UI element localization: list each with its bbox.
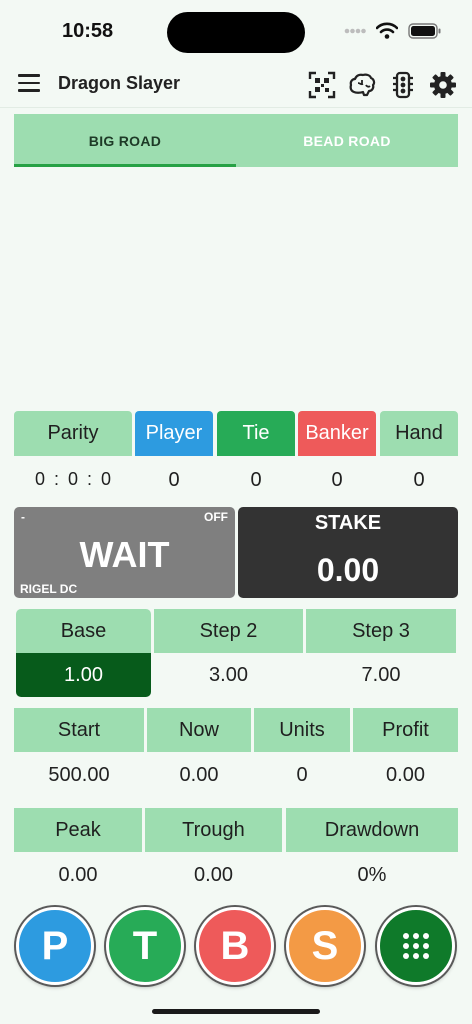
home-indicator[interactable] bbox=[152, 1009, 320, 1014]
stake-value: 0.00 bbox=[316, 552, 380, 588]
stake-panel: STAKE 0.00 bbox=[238, 507, 458, 598]
qr-scan-icon[interactable] bbox=[308, 71, 336, 99]
skip-button[interactable]: S bbox=[286, 907, 364, 985]
units-label: Units bbox=[254, 708, 350, 752]
menu-icon[interactable] bbox=[18, 74, 40, 94]
app-title: Dragon Slayer bbox=[58, 73, 181, 93]
step3-label: Step 3 bbox=[306, 609, 456, 653]
player-button[interactable]: P bbox=[16, 907, 94, 985]
gear-icon[interactable] bbox=[429, 71, 457, 99]
banker-button[interactable]: B bbox=[196, 907, 274, 985]
step3-value: 7.00 bbox=[361, 663, 401, 686]
peak-value: 0.00 bbox=[58, 863, 98, 886]
status-time: 10:58 bbox=[62, 20, 114, 42]
stake-label: STAKE bbox=[314, 512, 382, 534]
profit-label: Profit bbox=[353, 708, 458, 752]
traffic-light-icon[interactable] bbox=[389, 71, 417, 99]
signal-dash: - bbox=[21, 510, 25, 524]
start-label: Start bbox=[14, 708, 144, 752]
banker-label: Banker bbox=[298, 411, 376, 456]
tie-button[interactable]: T bbox=[106, 907, 184, 985]
drawdown-label: Drawdown bbox=[286, 808, 458, 852]
keypad-button[interactable] bbox=[377, 907, 455, 985]
road-tabs: BIG ROAD BEAD ROAD bbox=[14, 114, 458, 167]
step2-value: 3.00 bbox=[209, 663, 248, 686]
parity-value: 0 : 0 : 0 bbox=[34, 469, 112, 489]
now-value: 0.00 bbox=[179, 763, 219, 786]
status-bar: 10:58 bbox=[0, 0, 472, 62]
hand-count: 0 bbox=[413, 469, 425, 491]
app-header: Dragon Slayer bbox=[0, 62, 472, 108]
units-value: 0 bbox=[296, 763, 308, 786]
system-name: RIGEL DC bbox=[20, 582, 78, 596]
trough-value: 0.00 bbox=[194, 863, 233, 886]
wifi-icon bbox=[376, 22, 398, 39]
road-display bbox=[14, 167, 458, 407]
hand-label: Hand bbox=[380, 411, 458, 456]
now-label: Now bbox=[147, 708, 251, 752]
brain-icon[interactable] bbox=[348, 71, 376, 99]
base-value[interactable]: 1.00 bbox=[16, 653, 151, 697]
battery-icon bbox=[408, 22, 441, 39]
drawdown-value: 0% bbox=[357, 863, 387, 886]
tie-label: Tie bbox=[217, 411, 295, 456]
keypad-icon bbox=[403, 933, 429, 959]
status-icons bbox=[344, 22, 442, 39]
peak-label: Peak bbox=[14, 808, 142, 852]
signal-panel[interactable]: - OFF WAIT RIGEL DC bbox=[14, 507, 235, 598]
signal-toggle[interactable]: OFF bbox=[204, 510, 228, 524]
start-value: 500.00 bbox=[48, 763, 110, 786]
tab-big-road[interactable]: BIG ROAD bbox=[14, 114, 236, 167]
signal-dots-icon bbox=[344, 28, 366, 33]
parity-label: Parity bbox=[14, 411, 132, 456]
banker-count: 0 bbox=[331, 469, 343, 491]
player-count: 0 bbox=[168, 469, 180, 491]
signal-status: WAIT bbox=[79, 534, 170, 575]
tab-bead-road[interactable]: BEAD ROAD bbox=[236, 114, 458, 167]
base-label: Base bbox=[16, 609, 151, 653]
tie-count: 0 bbox=[250, 469, 262, 491]
outcome-header-row: Parity Player Tie Banker Hand bbox=[14, 411, 458, 456]
step2-label: Step 2 bbox=[154, 609, 303, 653]
dynamic-island bbox=[167, 12, 305, 53]
trough-label: Trough bbox=[145, 808, 282, 852]
player-label: Player bbox=[135, 411, 213, 456]
profit-value: 0.00 bbox=[386, 763, 425, 786]
